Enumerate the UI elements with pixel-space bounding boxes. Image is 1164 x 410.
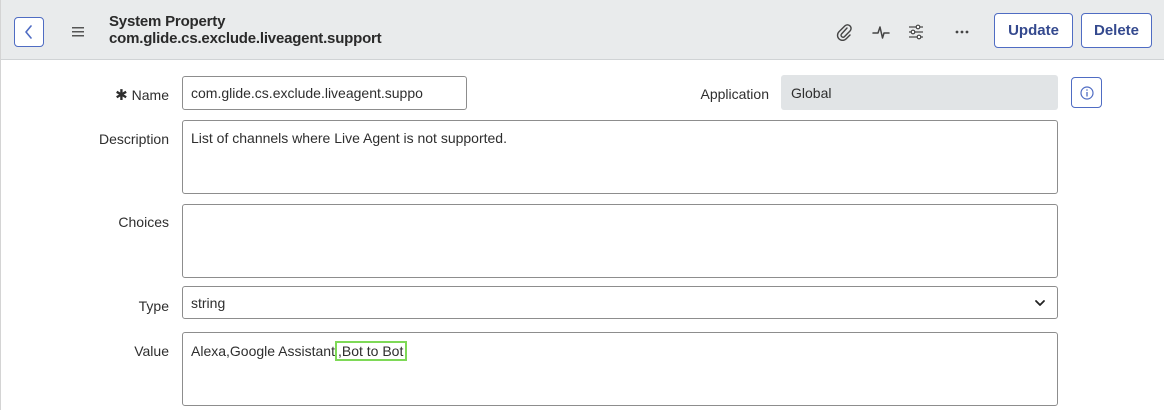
value-highlight-box: ,Bot to Bot [334, 341, 408, 361]
required-marker: ✱ [115, 87, 128, 104]
type-selected-value: string [191, 294, 226, 311]
delete-button[interactable]: Delete [1081, 13, 1152, 48]
info-icon [1079, 85, 1094, 100]
update-button[interactable]: Update [994, 13, 1073, 48]
value-label: Value [134, 343, 169, 359]
record-name-title: com.glide.cs.exclude.liveagent.support [109, 30, 382, 47]
application-label: Application [700, 86, 770, 102]
value-text: Alexa,Google Assistant [191, 343, 335, 359]
type-select[interactable]: string [182, 286, 1058, 319]
application-info-button[interactable] [1071, 77, 1102, 108]
chevron-down-icon [1035, 300, 1045, 306]
description-label: Description [98, 131, 169, 147]
application-field: Global [781, 75, 1058, 110]
system-property-form-page: System Property com.glide.cs.exclude.liv… [0, 0, 1164, 410]
activity-icon[interactable] [871, 22, 891, 42]
more-icon[interactable] [952, 22, 972, 42]
form-header: System Property com.glide.cs.exclude.liv… [1, 0, 1164, 60]
back-icon [25, 25, 32, 39]
description-field[interactable]: List of channels where Live Agent is not… [182, 120, 1058, 194]
value-field[interactable]: Alexa,Google Assistant ,Bot to Bot [182, 332, 1058, 406]
settings-sliders-icon[interactable] [906, 22, 926, 42]
record-type-title: System Property [109, 13, 226, 30]
menu-icon[interactable] [71, 22, 85, 42]
type-label: Type [138, 298, 169, 314]
back-button[interactable] [14, 17, 44, 47]
name-label: Name [131, 87, 169, 103]
record-title: System Property com.glide.cs.exclude.liv… [109, 13, 382, 47]
attachment-icon[interactable] [834, 22, 854, 42]
name-label-group: ✱ Name [71, 86, 169, 104]
name-field[interactable]: com.glide.cs.exclude.liveagent.suppo [182, 76, 467, 110]
choices-label: Choices [118, 214, 169, 230]
choices-field[interactable] [182, 204, 1058, 278]
